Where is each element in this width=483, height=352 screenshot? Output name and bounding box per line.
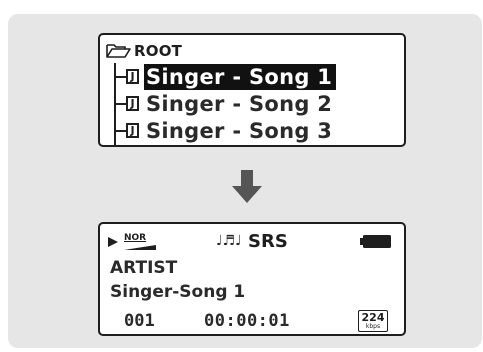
music-notes-icon: ♩♬♩ (216, 233, 242, 249)
battery-icon (360, 235, 391, 248)
song-title: Singer-Song 1 (110, 282, 246, 302)
track-title: Singer - Song 1 (144, 64, 337, 90)
artist-name: ARTIST (110, 258, 178, 278)
bitrate-badge: 224 kbps (358, 310, 388, 332)
equalizer-ramp-icon (124, 245, 156, 250)
music-file-icon: J (126, 96, 139, 111)
folder-icon (106, 44, 131, 58)
srs-label: SRS (248, 231, 288, 252)
tree-branch (114, 76, 126, 78)
music-file-icon: J (126, 69, 139, 84)
track-title: Singer - Song 3 (146, 119, 333, 143)
now-playing-screen: NOR ♩♬♩ SRS ARTIST Singer-Song 1 001 00:… (98, 222, 406, 336)
down-arrow-icon (232, 170, 262, 203)
track-number: 001 (124, 311, 155, 331)
track-title: Singer - Song 2 (146, 92, 333, 116)
bitrate-unit: kbps (365, 323, 381, 330)
file-browser-screen: ROOT J Singer - Song 1 J Singer - Song 2… (98, 33, 406, 147)
bitrate-value: 224 (361, 311, 385, 324)
root-folder-label: ROOT (134, 42, 183, 60)
play-icon (108, 237, 118, 247)
elapsed-time: 00:00:01 (204, 311, 290, 331)
music-file-icon: J (126, 123, 139, 138)
status-bar: NOR ♩♬♩ SRS (108, 231, 398, 252)
eq-mode-label: NOR (124, 233, 147, 243)
tree-branch (114, 103, 126, 105)
tree-branch (114, 130, 126, 132)
